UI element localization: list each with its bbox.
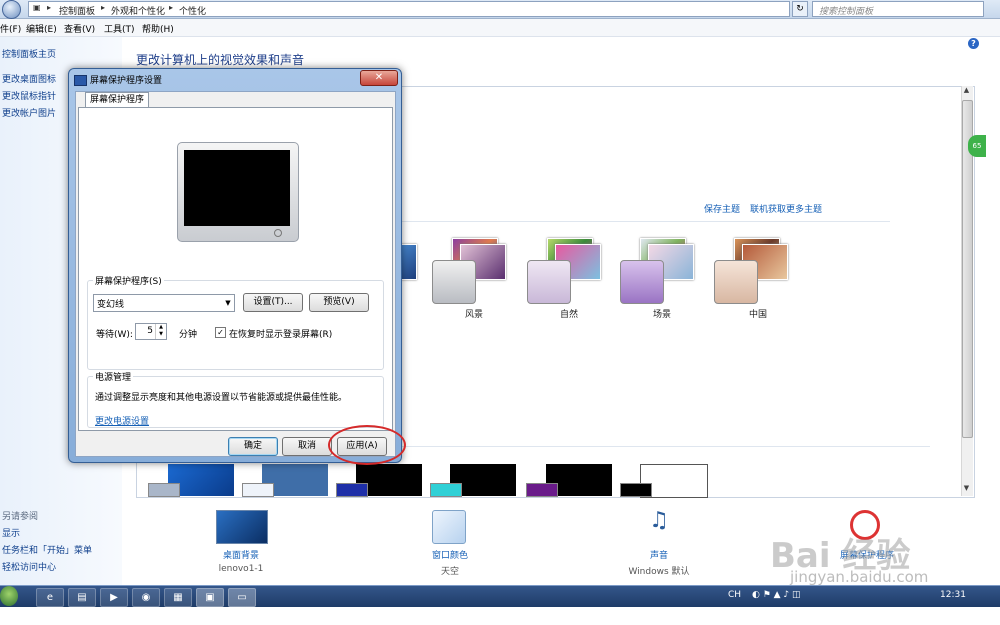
bottom-strip [0, 607, 1000, 625]
media-player-icon[interactable]: ▶ [100, 588, 128, 607]
app-icon[interactable]: ▦ [164, 588, 192, 607]
desktop-background-link[interactable]: 桌面背景 [196, 548, 286, 561]
preview-button[interactable]: 预览(V) [309, 293, 369, 312]
desktop-background-value: lenovo1-1 [218, 564, 264, 574]
input-method-indicator[interactable]: CH [728, 590, 741, 600]
browser-icon[interactable]: ◉ [132, 588, 160, 607]
basic-theme-swatch [336, 483, 368, 497]
resume-label: 在恢复时显示登录屏幕(R) [229, 330, 333, 340]
breadcrumb-appearance[interactable]: 外观和个性化 [111, 4, 165, 17]
link-account-picture[interactable]: 更改帐户图片 [2, 106, 56, 119]
highlight-annotation [328, 425, 406, 465]
change-power-settings-link[interactable]: 更改电源设置 [95, 414, 149, 427]
back-button[interactable] [2, 0, 21, 19]
clock[interactable]: 12:31 [940, 590, 966, 600]
chevron-down-icon: ▼ [225, 299, 231, 307]
preview-screen [184, 150, 290, 226]
explorer-icon[interactable]: ▤ [68, 588, 96, 607]
search-input[interactable]: 搜索控制面板 [812, 1, 984, 17]
start-button[interactable] [0, 586, 18, 606]
resume-checkbox[interactable]: ✓ [215, 327, 226, 338]
basic-theme-swatch [620, 483, 652, 497]
power-description: 通过调整显示亮度和其他电源设置以节省能源或提供最佳性能。 [95, 393, 348, 403]
page-title: 更改计算机上的视觉效果和声音 [136, 53, 305, 67]
theme-china[interactable] [712, 238, 788, 304]
power-group-label: 电源管理 [93, 370, 134, 383]
chevron-right-icon: ▸ [101, 3, 106, 12]
tray-icons[interactable]: ◐ ⚑ ▲ ♪ ◫ [752, 590, 801, 600]
link-desktop-icons[interactable]: 更改桌面图标 [2, 72, 56, 85]
wait-label: 等待(W): [96, 330, 133, 340]
monitor-icon [74, 75, 87, 86]
menu-tools[interactable]: 工具(T) [104, 22, 135, 35]
theme-scene[interactable] [618, 238, 694, 304]
get-more-themes-link[interactable]: 联机获取更多主题 [750, 202, 822, 215]
wait-value: 5 [147, 326, 153, 336]
link-ease-of-access[interactable]: 轻松访问中心 [2, 560, 56, 573]
scroll-up-icon[interactable]: ▲ [961, 86, 972, 98]
screensaver-select[interactable]: 变幻线 ▼ [93, 294, 235, 312]
desktop-background-icon[interactable] [216, 510, 268, 544]
window-color-value: 天空 [440, 567, 459, 577]
breadcrumb-control-panel[interactable]: 控制面板 [59, 4, 95, 17]
status-badge: 65 [968, 135, 986, 157]
basic-theme-swatch [430, 483, 462, 497]
save-theme-link[interactable]: 保存主题 [704, 202, 740, 215]
control-panel-task-icon[interactable]: ▣ [196, 588, 224, 607]
breadcrumb-personalization[interactable]: 个性化 [179, 4, 206, 17]
screensaver-group-label: 屏幕保护程序(S) [93, 274, 164, 287]
refresh-button[interactable]: ↻ [792, 1, 808, 17]
theme-name-scene: 场景 [652, 310, 671, 320]
theme-nature[interactable] [525, 238, 601, 304]
theme-landscape[interactable] [430, 238, 506, 304]
menu-help[interactable]: 帮助(H) [142, 22, 174, 35]
see-also-heading: 另请参阅 [2, 512, 39, 522]
baidu-watermark-url: jingyan.baidu.com [790, 568, 929, 586]
link-taskbar-start[interactable]: 任务栏和「开始」菜单 [2, 543, 92, 556]
power-light-icon [274, 229, 282, 237]
link-mouse-pointer[interactable]: 更改鼠标指针 [2, 89, 56, 102]
basic-theme-swatch [526, 483, 558, 497]
wait-unit: 分钟 [179, 330, 198, 340]
chevron-right-icon: ▸ [47, 3, 52, 12]
menu-file[interactable]: 件(F) [0, 22, 21, 35]
link-control-panel-home[interactable]: 控制面板主页 [2, 47, 56, 60]
help-icon[interactable]: ? [968, 38, 979, 49]
address-box[interactable]: ▣ ▸ 控制面板 ▸ 外观和个性化 ▸ 个性化 [28, 1, 790, 17]
dialog-task-icon[interactable]: ▭ [228, 588, 256, 607]
screensaver-dialog: 屏幕保护程序设置 ✕ 屏幕保护程序 屏幕保护程序(S) 变幻线 ▼ 设置(T).… [68, 68, 402, 463]
scroll-down-icon[interactable]: ▼ [961, 484, 972, 496]
ok-button[interactable]: 确定 [228, 437, 278, 456]
sound-value: Windows 默认 [628, 567, 690, 577]
spinner-arrows-icon[interactable]: ▲ ▼ [155, 324, 166, 339]
tab-pane: 屏幕保护程序(S) 变幻线 ▼ 设置(T)... 预览(V) 等待(W): 5 … [78, 107, 393, 431]
basic-theme-swatch [148, 483, 180, 497]
window-color-icon[interactable] [432, 510, 466, 544]
settings-button[interactable]: 设置(T)... [243, 293, 303, 312]
theme-name-landscape: 风景 [464, 310, 483, 320]
search-placeholder: 搜索控制面板 [819, 7, 874, 17]
menu-bar: 件(F) 编辑(E) 查看(V) 工具(T) 帮助(H) [0, 19, 1000, 37]
menu-edit[interactable]: 编辑(E) [26, 22, 57, 35]
theme-name-nature: 自然 [559, 310, 578, 320]
close-button[interactable]: ✕ [360, 70, 398, 86]
dialog-title: 屏幕保护程序设置 [90, 76, 163, 86]
window-color-link[interactable]: 窗口颜色 [405, 548, 495, 561]
cancel-button[interactable]: 取消 [282, 437, 332, 456]
menu-view[interactable]: 查看(V) [64, 22, 95, 35]
control-panel-icon: ▣ [33, 3, 41, 12]
sound-link[interactable]: 声音 [614, 548, 704, 561]
screensaver-selected-value: 变幻线 [97, 300, 125, 310]
link-display[interactable]: 显示 [2, 526, 20, 539]
theme-name-china: 中国 [748, 310, 767, 320]
tab-screensaver[interactable]: 屏幕保护程序 [85, 92, 149, 108]
chevron-right-icon: ▸ [169, 3, 174, 12]
dialog-body: 屏幕保护程序 屏幕保护程序(S) 变幻线 ▼ 设置(T)... 预览(V) 等待… [75, 91, 396, 457]
basic-theme-swatch [242, 483, 274, 497]
preview-monitor [177, 142, 299, 242]
ie-icon[interactable]: e [36, 588, 64, 607]
sound-icon[interactable]: ♫ [640, 508, 678, 542]
wait-minutes-input[interactable]: 5 ▲ ▼ [135, 323, 167, 340]
